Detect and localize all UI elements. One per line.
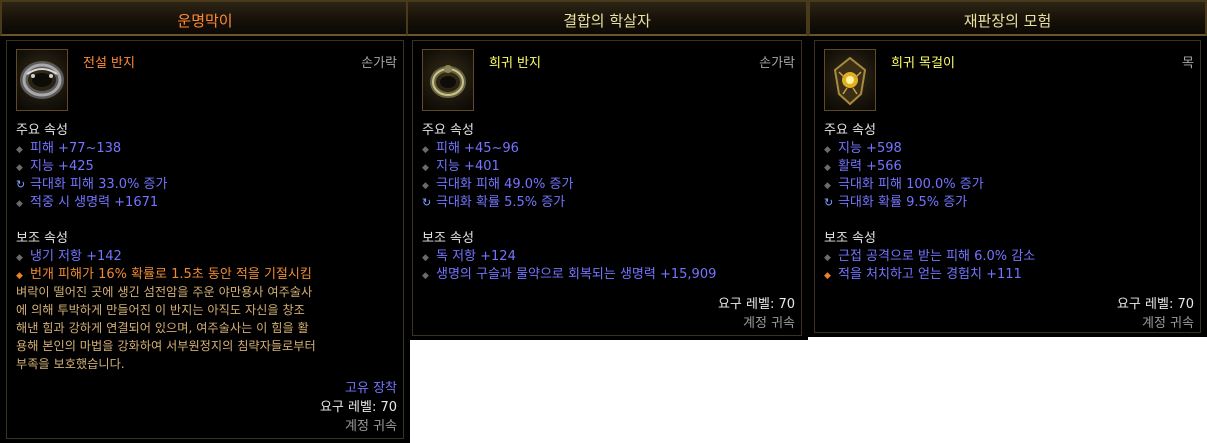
tooltip-body: 희귀 목걸이 목 주요 속성 ◆ 지능 +598 ◆ 활력 +566 ◆ 극대화 피해… xyxy=(814,40,1201,333)
item-slot: 목 xyxy=(1182,56,1194,71)
primary-stat: ◆ 지능 +598 xyxy=(824,141,902,156)
diamond-bullet-icon: ◆ xyxy=(422,163,429,173)
item-slot: 손가락 xyxy=(361,56,397,71)
diamond-bullet-icon: ◆ xyxy=(16,145,23,155)
item-type-name: 전설 반지 xyxy=(83,56,135,71)
tooltip-body: 전설 반지 손가락 주요 속성 ◆ 피해 +77~138 ◆ 지능 +425 ↻ 극대… xyxy=(6,40,404,439)
secondary-stat: ◆ 생명의 구슬과 물약으로 회복되는 생명력 +15,909 xyxy=(422,267,717,282)
account-bound: 계정 귀속 xyxy=(743,316,795,331)
primary-stat: ◆ 지능 +401 xyxy=(422,159,500,174)
diamond-bullet-icon: ◆ xyxy=(16,253,23,263)
reroll-swirl-icon: ↻ xyxy=(824,196,834,209)
diamond-bullet-icon: ◆ xyxy=(422,145,429,155)
unique-equipped: 고유 장착 xyxy=(345,381,397,396)
diamond-bullet-icon: ◆ xyxy=(422,271,429,281)
primary-stat: ◆ 피해 +45~96 xyxy=(422,141,519,156)
primary-stat: ◆ 극대화 피해 100.0% 증가 xyxy=(824,177,984,192)
legendary-ring-icon xyxy=(16,49,68,111)
orange-diamond-icon: ◆ xyxy=(16,271,23,281)
diamond-bullet-icon: ◆ xyxy=(824,253,831,263)
primary-stat: ◆ 적중 시 생명력 +1671 xyxy=(16,195,159,210)
item-title: 운명막이 xyxy=(177,12,233,30)
diamond-bullet-icon: ◆ xyxy=(16,163,23,173)
secondary-stat: ◆ 독 저항 +124 xyxy=(422,249,516,264)
diamond-bullet-icon: ◆ xyxy=(422,181,429,191)
item-tooltip-rare-amulet: 재판장의 모험 희귀 목걸이 목 주요 속성 ◆ 지능 +598 ◆ 활력 +566… xyxy=(808,0,1207,337)
secondary-stat: ◆ 적을 처치하고 얻는 경험치 +111 xyxy=(824,267,1022,282)
tooltip-header: 결합의 학살자 xyxy=(406,0,808,36)
secondary-attributes-title: 보조 속성 xyxy=(824,231,876,246)
secondary-stat: ◆ 근접 공격으로 받는 피해 6.0% 감소 xyxy=(824,249,1036,264)
primary-stat: ↻ 극대화 확률 9.5% 증가 xyxy=(824,195,968,210)
orange-diamond-icon: ◆ xyxy=(824,271,831,281)
account-bound: 계정 귀속 xyxy=(1142,316,1194,331)
diamond-bullet-icon: ◆ xyxy=(422,253,429,263)
tooltip-header: 재판장의 모험 xyxy=(808,0,1207,36)
secondary-attributes-title: 보조 속성 xyxy=(16,231,68,246)
primary-stat: ↻ 극대화 피해 33.0% 증가 xyxy=(16,177,168,192)
item-title: 재판장의 모험 xyxy=(963,12,1052,30)
primary-stat: ◆ 극대화 피해 49.0% 증가 xyxy=(422,177,574,192)
item-type-name: 희귀 반지 xyxy=(489,56,541,71)
primary-stat: ◆ 지능 +425 xyxy=(16,159,94,174)
diamond-bullet-icon: ◆ xyxy=(824,181,831,191)
primary-stat: ↻ 극대화 확률 5.5% 증가 xyxy=(422,195,566,210)
item-title: 결합의 학살자 xyxy=(563,12,651,30)
primary-attributes-title: 주요 속성 xyxy=(16,123,68,138)
flavor-text: 벼락이 떨어진 곳에 생긴 섬전암을 주운 야만용사 여주술사 에 의해 투박하… xyxy=(16,285,316,371)
primary-stat: ◆ 활력 +566 xyxy=(824,159,902,174)
diamond-bullet-icon: ◆ xyxy=(16,199,23,209)
item-type-name: 희귀 목걸이 xyxy=(891,56,955,71)
level-requirement: 요구 레벨: 70 xyxy=(1116,297,1194,312)
item-tooltip-legendary-ring: 운명막이 전설 반지 손가락 주요 속성 ◆ 피해 +77~138 ◆ 지능 +42… xyxy=(0,0,410,443)
rare-ring-icon xyxy=(422,49,474,111)
reroll-swirl-icon: ↻ xyxy=(16,178,26,191)
level-requirement: 요구 레벨: 70 xyxy=(717,297,795,312)
tooltip-header: 운명막이 xyxy=(0,0,410,36)
rare-amulet-icon xyxy=(824,49,876,111)
reroll-swirl-icon: ↻ xyxy=(422,196,432,209)
secondary-attributes-title: 보조 속성 xyxy=(422,231,474,246)
primary-attributes-title: 주요 속성 xyxy=(422,123,474,138)
primary-stat: ◆ 피해 +77~138 xyxy=(16,141,122,156)
secondary-stat: ◆ 냉기 저항 +142 xyxy=(16,249,122,264)
primary-attributes-title: 주요 속성 xyxy=(824,123,876,138)
item-slot: 손가락 xyxy=(759,56,795,71)
diamond-bullet-icon: ◆ xyxy=(824,145,831,155)
diamond-bullet-icon: ◆ xyxy=(824,163,831,173)
level-requirement: 요구 레벨: 70 xyxy=(319,400,397,415)
legendary-power-stat: ◆ 번개 피해가 16% 확률로 1.5초 동안 적을 기절시킴 xyxy=(16,267,312,282)
tooltip-body: 희귀 반지 손가락 주요 속성 ◆ 피해 +45~96 ◆ 지능 +401 ◆ 극대화… xyxy=(412,40,802,336)
account-bound: 계정 귀속 xyxy=(345,419,397,434)
item-tooltip-rare-ring: 결합의 학살자 희귀 반지 손가락 주요 속성 ◆ 피해 +45~96 ◆ 지능 +… xyxy=(406,0,808,340)
